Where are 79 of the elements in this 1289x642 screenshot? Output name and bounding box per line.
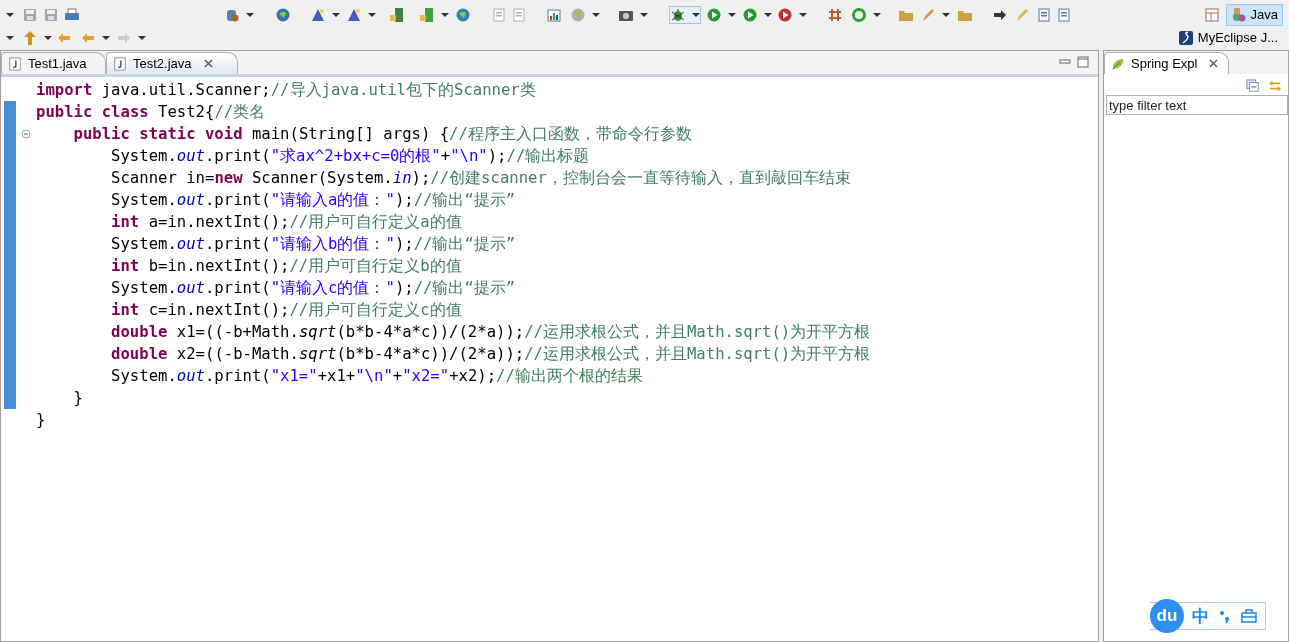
code-text: ); bbox=[394, 278, 414, 297]
code-text: a=in.nextInt(); bbox=[147, 212, 290, 231]
code-text: .print( bbox=[205, 366, 271, 385]
code-string: "请输入c的值：" bbox=[270, 278, 395, 297]
code-text: .print( bbox=[205, 234, 271, 253]
code-comment: //输出“提示” bbox=[413, 234, 516, 253]
code-text: (b*b-4*a*c))/(2*a)); bbox=[336, 344, 525, 363]
code-text: java.util.Scanner; bbox=[100, 80, 271, 99]
java-perspective-button[interactable]: Java bbox=[1225, 3, 1283, 26]
code-text: ); bbox=[394, 234, 414, 253]
code-comment: //导入java.util包下的Scanner类 bbox=[270, 80, 536, 99]
code-keyword: double bbox=[111, 322, 168, 341]
code-keyword: int bbox=[111, 300, 140, 319]
code-text: ); bbox=[394, 190, 414, 209]
code-text: Test2{ bbox=[157, 102, 215, 121]
code-comment: //类名 bbox=[214, 102, 266, 121]
code-text: (b*b-4*a*c))/(2*a)); bbox=[336, 322, 525, 341]
code-text: System. bbox=[111, 278, 177, 297]
code-field: in bbox=[392, 168, 412, 187]
code-string: "请输入a的值：" bbox=[270, 190, 395, 209]
code-field: out bbox=[176, 146, 205, 165]
code-string: "x1=" bbox=[270, 366, 318, 385]
code-comment: //输出“提示” bbox=[413, 278, 516, 297]
code-string: "x2=" bbox=[402, 366, 450, 385]
code-text: ); bbox=[411, 168, 431, 187]
code-comment: //用户可自行定义c的值 bbox=[289, 300, 462, 319]
code-string: "请输入b的值：" bbox=[270, 234, 395, 253]
code-method: sqrt bbox=[298, 344, 337, 363]
code-comment: //用户可自行定义a的值 bbox=[289, 212, 462, 231]
code-comment: //输出“提示” bbox=[413, 190, 516, 209]
code-comment: //程序主入口函数，带命令行参数 bbox=[449, 124, 692, 143]
code-keyword: double bbox=[111, 344, 168, 363]
code-comment: //用户可自行定义b的值 bbox=[289, 256, 462, 275]
code-text: c=in.nextInt(); bbox=[147, 300, 290, 319]
code-keyword: public static void bbox=[73, 124, 243, 143]
code-keyword: new bbox=[214, 168, 243, 187]
filter-field[interactable]: type filter text bbox=[1106, 95, 1288, 115]
editor-tab[interactable]: Test2.java bbox=[106, 52, 238, 74]
code-text: + bbox=[392, 366, 403, 385]
code-text: Scanner(System. bbox=[250, 168, 393, 187]
code-text: b=in.nextInt(); bbox=[147, 256, 290, 275]
code-field: out bbox=[176, 278, 205, 297]
code-string: "\n" bbox=[450, 146, 488, 165]
code-string: "\n" bbox=[355, 366, 393, 385]
code-text: ); bbox=[487, 146, 507, 165]
code-comment: //输出标题 bbox=[506, 146, 590, 165]
code-text: x2=((-b-Math. bbox=[175, 344, 299, 363]
code-text: x1=((-b+Math. bbox=[175, 322, 299, 341]
code-text: .print( bbox=[205, 146, 271, 165]
code-keyword: public class bbox=[36, 102, 149, 121]
code-text: } bbox=[73, 389, 83, 407]
code-text: System. bbox=[111, 190, 177, 209]
code-comment: //运用求根公式，并且Math.sqrt()为开平方根 bbox=[524, 322, 871, 341]
view-tab[interactable]: Spring Expl bbox=[1104, 52, 1230, 74]
code-field: out bbox=[176, 234, 205, 253]
code-text: System. bbox=[111, 366, 177, 385]
code-comment: //输出两个根的结果 bbox=[496, 366, 643, 385]
code-text: System. bbox=[111, 234, 177, 253]
input-mode-toggle[interactable]: 中 bbox=[1192, 604, 1209, 628]
code-field: out bbox=[176, 190, 205, 209]
code-text: main(String[] args) { bbox=[250, 124, 450, 143]
code-comment: //运用求根公式，并且Math.sqrt()为开平方根 bbox=[524, 344, 871, 363]
code-keyword: int bbox=[111, 212, 140, 231]
code-keyword: import bbox=[36, 80, 93, 99]
code-text: +x2); bbox=[449, 366, 497, 385]
code-text: + bbox=[440, 146, 451, 165]
code-text: Scanner in= bbox=[111, 168, 215, 187]
code-text: .print( bbox=[205, 190, 271, 209]
code-method: sqrt bbox=[298, 322, 337, 341]
code-string: "求ax^2+bx+c=0的根" bbox=[270, 146, 441, 165]
code-text: } bbox=[36, 411, 46, 429]
code-text: .print( bbox=[205, 278, 271, 297]
code-text: System. bbox=[111, 146, 177, 165]
code-field: out bbox=[176, 366, 205, 385]
code-keyword: int bbox=[111, 256, 140, 275]
code-comment: //创建scanner，控制台会一直等待输入，直到敲回车结束 bbox=[430, 168, 851, 187]
myeclipse-perspective-button[interactable]: MyEclipse J... bbox=[1172, 26, 1283, 49]
editor-tab[interactable]: Test1.java bbox=[1, 52, 106, 74]
code-text: +x1+ bbox=[317, 366, 356, 385]
